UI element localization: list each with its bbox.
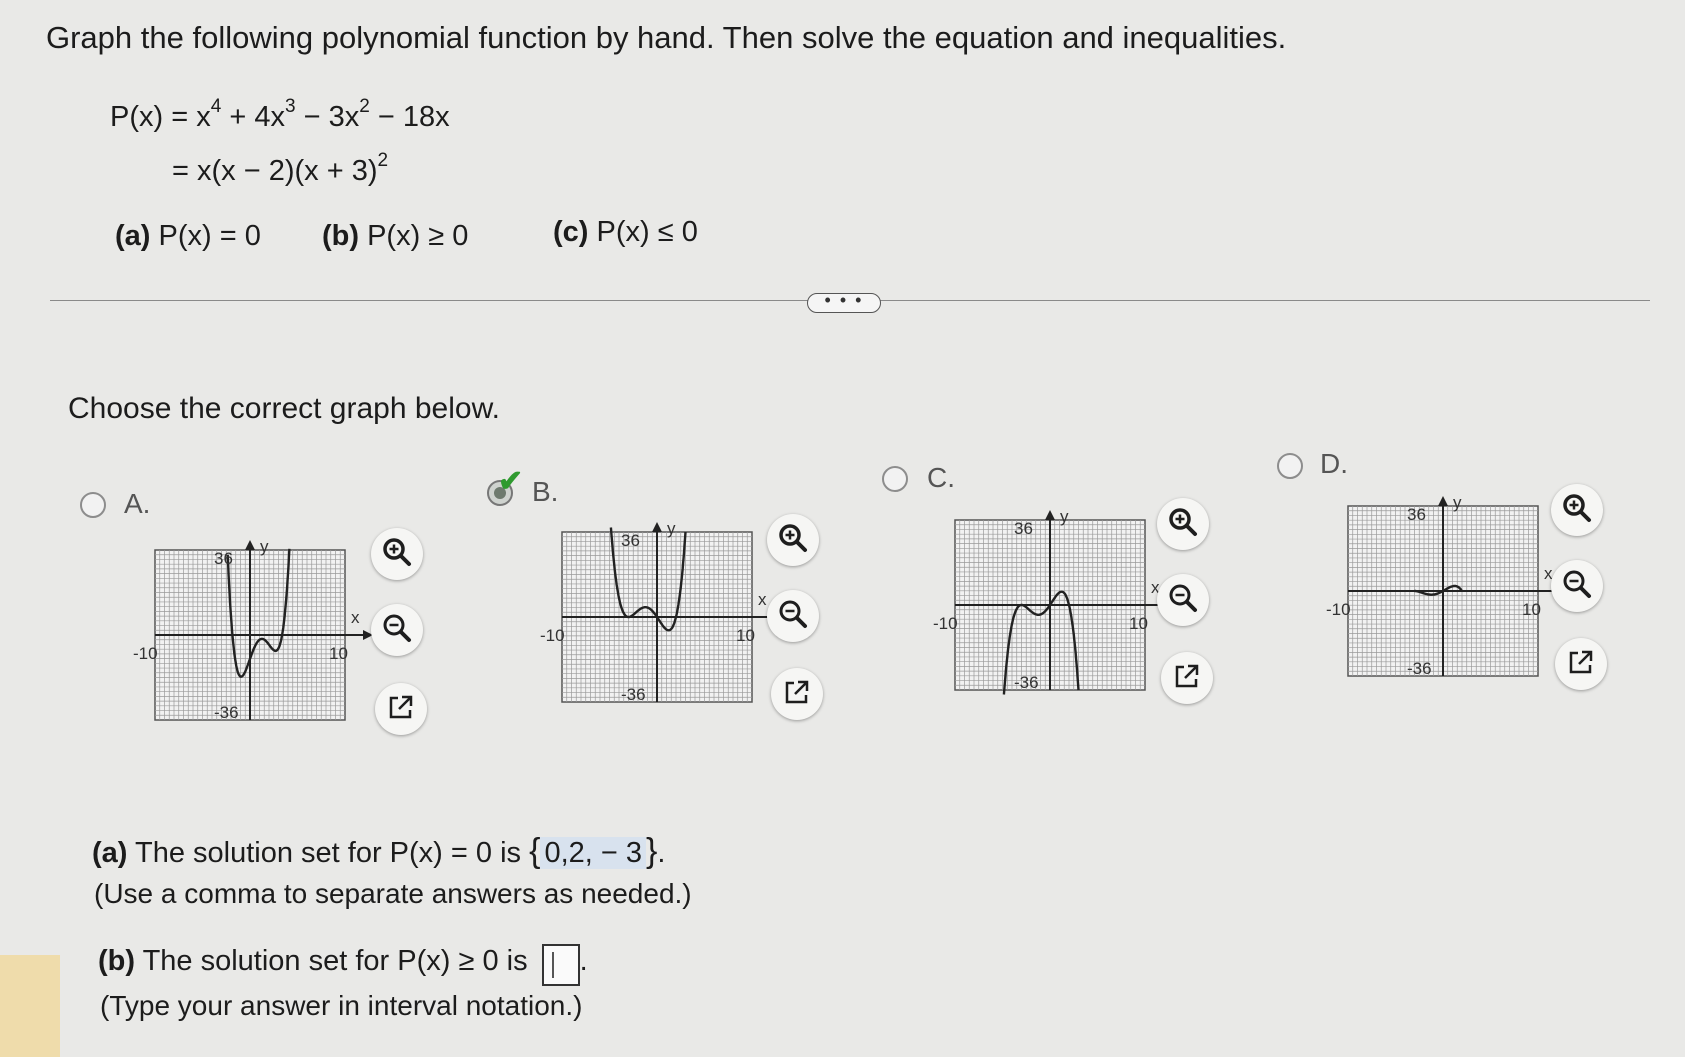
text-cursor [551,952,554,978]
answer-a-field[interactable]: 0,2, − 3 [540,837,647,869]
function-term: − 18x [369,101,450,133]
function-exponent: 4 [210,96,222,117]
x-min-label: -10 [1326,600,1351,619]
zoom-in-icon [1560,491,1594,530]
y-axis-label: y [667,519,676,538]
option-c-open-button[interactable] [1161,652,1213,704]
part-a: (a) P(x) = 0 [115,220,261,252]
y-arrow-icon [1045,510,1055,520]
option-c-graph[interactable]: y x 36 -36 -10 10 [925,507,1173,710]
function-factored: = x(x − 2)(x + 3) [172,155,378,187]
part-b: (b) P(x) ≥ 0 [322,220,469,252]
option-d-open-button[interactable] [1555,638,1607,690]
option-b-zoom-out-button[interactable] [767,590,819,642]
x-min-label: -10 [133,644,158,663]
function-line-1: P(x) = x4 + 4x3 − 3x2 − 18x [110,96,450,134]
question-page: Graph the following polynomial function … [0,0,1685,1057]
y-max-label: 36 [214,549,233,568]
function-exponent: 2 [377,150,389,171]
answer-a: (a) The solution set for P(x) = 0 is {0,… [92,832,666,870]
option-d-zoom-in-button[interactable] [1551,484,1603,536]
x-max-label: 10 [329,644,348,663]
correct-check-icon: ✔ [498,465,524,498]
x-max-label: 10 [1522,600,1541,619]
x-max-label: 10 [1129,614,1148,633]
function-exponent: 2 [359,96,370,117]
answer-a-hint: (Use a comma to separate answers as need… [94,878,692,909]
y-arrow-icon [652,522,662,532]
zoom-in-icon [1166,505,1200,544]
x-axis-label: x [758,590,767,609]
instruction-text: Graph the following polynomial function … [46,20,1287,55]
option-a-radio[interactable] [80,492,106,518]
option-c-label[interactable]: C. [927,462,955,494]
option-d-label[interactable]: D. [1320,448,1348,480]
graph-prompt: Choose the correct graph below. [68,392,500,425]
y-max-label: 36 [1014,519,1033,538]
external-link-icon [1170,659,1204,698]
y-axis-label: y [260,537,269,556]
zoom-out-icon [776,597,810,636]
zoom-in-icon [380,535,414,574]
option-b-open-button[interactable] [771,668,823,720]
y-arrow-icon [1438,496,1448,506]
x-min-label: -10 [933,614,958,633]
option-c-zoom-out-button[interactable] [1157,574,1209,626]
option-c-zoom-in-button[interactable] [1157,498,1209,550]
answer-b: (b) The solution set for P(x) ≥ 0 is . [98,944,588,986]
part-c: (c) P(x) ≤ 0 [553,216,698,248]
option-b-graph[interactable]: y x 36 -36 -10 10 [532,519,780,722]
function-term: − 3x [295,101,360,133]
function-term: + 4x [221,101,285,133]
x-axis-label: x [351,608,360,627]
option-d-radio[interactable] [1277,453,1303,479]
function-exponent: 3 [284,96,296,117]
y-axis-label: y [1453,493,1462,512]
y-axis-label: y [1060,507,1069,526]
zoom-out-icon [1166,581,1200,620]
option-a-zoom-in-button[interactable] [371,528,423,580]
option-d-graph[interactable]: y x 36 -36 -10 10 [1318,493,1566,696]
external-link-icon [384,690,418,729]
y-min-label: -36 [1407,659,1432,678]
sticky-note [0,955,60,1057]
external-link-icon [780,675,814,714]
y-min-label: -36 [1014,673,1039,692]
y-min-label: -36 [621,685,646,704]
option-c-radio[interactable] [882,466,908,492]
y-max-label: 36 [621,531,640,550]
answer-b-input[interactable] [541,944,580,986]
option-a-zoom-out-button[interactable] [371,604,423,656]
x-max-label: 10 [736,626,755,645]
function-term: P(x) = x [110,101,211,133]
option-b-zoom-in-button[interactable] [767,514,819,566]
zoom-in-icon [776,521,810,560]
option-b-label[interactable]: B. [532,476,558,508]
more-button[interactable]: • • • [807,291,881,313]
option-a-graph[interactable]: y x 36 -36 -10 10 [125,537,373,740]
external-link-icon [1564,645,1598,684]
option-a-label[interactable]: A. [124,488,150,520]
option-a-open-button[interactable] [375,683,427,735]
x-min-label: -10 [540,626,565,645]
zoom-out-icon [380,611,414,650]
y-min-label: -36 [214,703,239,722]
y-arrow-icon [245,540,255,550]
function-line-2: = x(x − 2)(x + 3)2 [172,150,388,188]
zoom-out-icon [1560,567,1594,606]
option-d-zoom-out-button[interactable] [1551,560,1603,612]
answer-b-hint: (Type your answer in interval notation.) [100,990,583,1021]
y-max-label: 36 [1407,505,1426,524]
